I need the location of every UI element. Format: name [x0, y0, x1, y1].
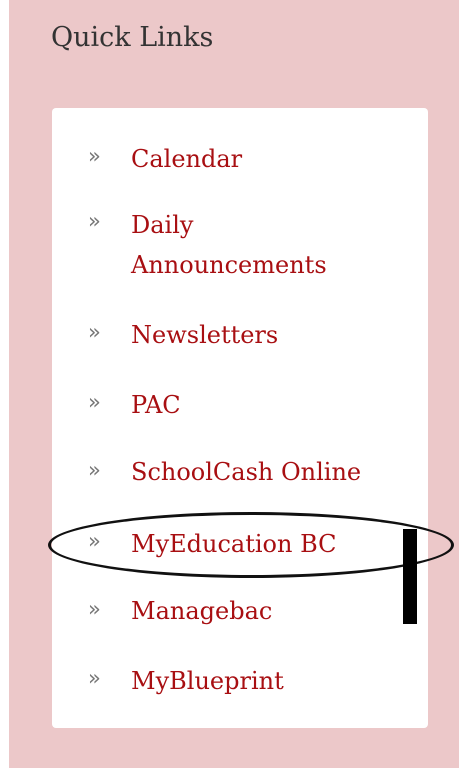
link-label-daily: Daily: [131, 211, 194, 239]
chevron-right-double-icon: »: [88, 458, 101, 482]
chevron-right-double-icon: »: [88, 390, 101, 414]
link-label-myblueprint: MyBlueprint: [131, 667, 284, 695]
link-pac[interactable]: » PAC: [52, 387, 428, 427]
link-label-calendar: Calendar: [131, 145, 243, 173]
link-daily-announcements[interactable]: » Daily Announcements: [52, 208, 428, 284]
link-schoolcash-online[interactable]: » SchoolCash Online: [52, 454, 428, 494]
chevron-right-double-icon: »: [88, 320, 101, 344]
link-label-schoolcash-online: SchoolCash Online: [131, 458, 362, 486]
quick-links-title: Quick Links: [51, 22, 214, 53]
link-label-announcements: Announcements: [131, 251, 327, 279]
link-label-newsletters: Newsletters: [131, 321, 279, 349]
chevron-right-double-icon: »: [88, 666, 101, 690]
chevron-right-double-icon: »: [88, 209, 101, 233]
link-calendar[interactable]: » Calendar: [52, 140, 428, 180]
quick-links-card: » Calendar » Daily Announcements » Newsl…: [52, 108, 428, 728]
chevron-right-double-icon: »: [88, 597, 101, 621]
link-label-managebac: Managebac: [131, 597, 273, 625]
text-cursor-marker: [403, 529, 417, 624]
link-label-pac: PAC: [131, 391, 181, 419]
chevron-right-double-icon: »: [88, 144, 101, 168]
link-myblueprint[interactable]: » MyBlueprint: [52, 663, 428, 703]
link-managebac[interactable]: » Managebac: [52, 593, 428, 633]
highlight-oval-annotation: [48, 512, 454, 578]
link-newsletters[interactable]: » Newsletters: [52, 316, 428, 356]
page: Quick Links » Calendar » Daily Announcem…: [0, 0, 459, 768]
